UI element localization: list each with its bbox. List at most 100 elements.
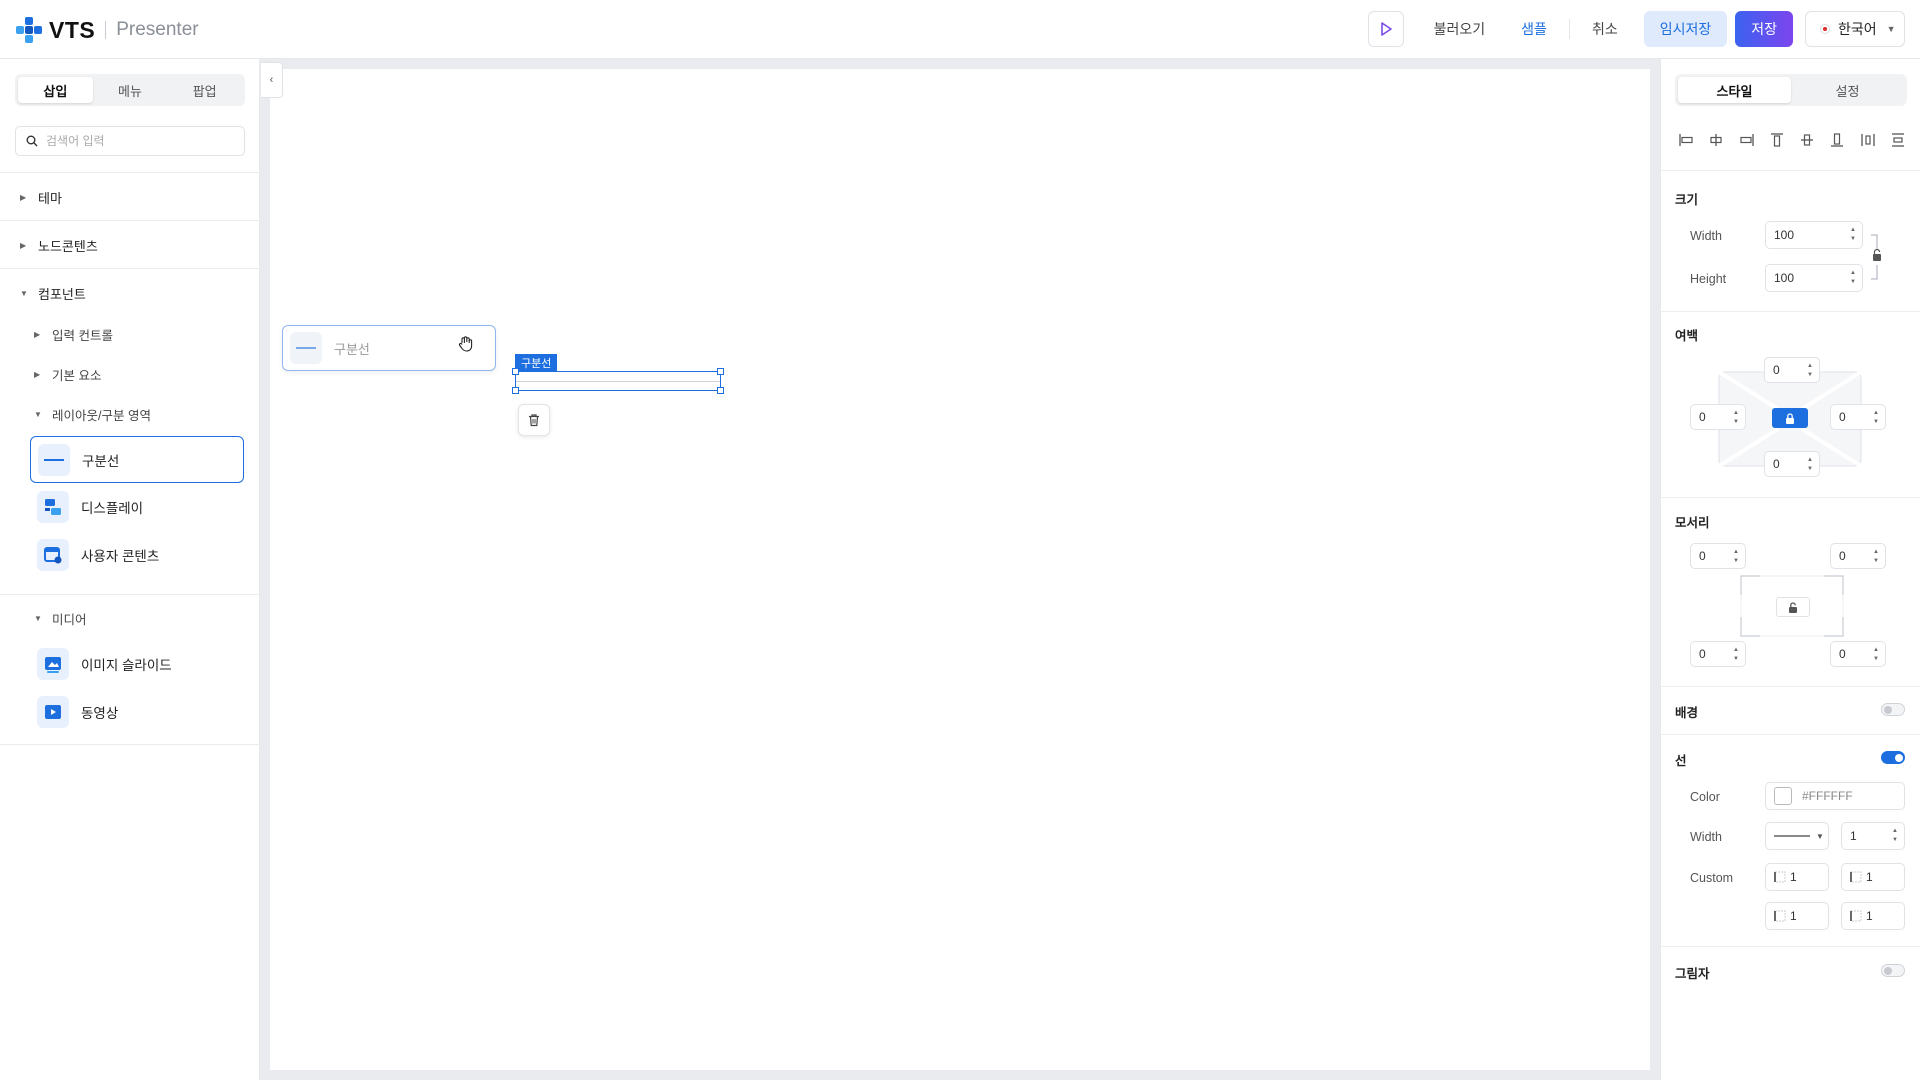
editor-canvas[interactable] xyxy=(270,69,1650,1070)
custom-top-border-input[interactable]: 1 xyxy=(1841,863,1905,891)
tab-menu[interactable]: 메뉴 xyxy=(93,77,168,103)
divider-icon xyxy=(38,443,70,476)
stepper-icon[interactable]: ▲ ▼ xyxy=(1873,646,1879,664)
corner-bottom-left-input[interactable]: 0 ▲ ▼ xyxy=(1690,641,1746,667)
custom-bottom-border-input[interactable]: 1 xyxy=(1841,902,1905,930)
tab-settings[interactable]: 설정 xyxy=(1791,77,1904,103)
stepper-icon[interactable]: ▲ ▼ xyxy=(1873,548,1879,566)
height-input[interactable]: 100 ▲ ▼ xyxy=(1765,264,1863,292)
background-toggle[interactable] xyxy=(1881,703,1905,716)
margin-left-input[interactable]: 0 ▲ ▼ xyxy=(1690,404,1746,430)
divider xyxy=(0,594,259,595)
margin-lock-button[interactable] xyxy=(1772,408,1808,428)
line-style-select[interactable]: ▼ xyxy=(1765,822,1829,850)
section-theme[interactable]: ▶ 테마 xyxy=(0,187,259,207)
color-swatch[interactable] xyxy=(1774,787,1792,805)
temp-save-button[interactable]: 임시저장 xyxy=(1643,11,1728,47)
custom-left-value: 1 xyxy=(1790,870,1797,884)
corner-top-right-value: 0 xyxy=(1839,549,1846,563)
language-select[interactable]: 한국어 ▼ xyxy=(1805,11,1905,47)
stepper-icon[interactable]: ▲ ▼ xyxy=(1807,456,1813,474)
resize-handle-bottom-left[interactable] xyxy=(512,387,519,394)
tab-popup[interactable]: 팝업 xyxy=(167,77,242,103)
line-toggle[interactable] xyxy=(1881,751,1905,764)
custom-left-border-input[interactable]: 1 xyxy=(1765,863,1829,891)
subsection-input-control[interactable]: ▶ 입력 컨트롤 xyxy=(0,325,259,343)
section-components[interactable]: ▼ 컴포넌트 xyxy=(0,283,259,303)
cancel-button[interactable]: 취소 xyxy=(1574,11,1636,47)
component-item-display[interactable]: 디스플레이 xyxy=(30,483,244,530)
custom-right-value: 1 xyxy=(1790,909,1797,923)
corner-top-right-input[interactable]: 0 ▲ ▼ xyxy=(1830,543,1886,569)
margin-right-input[interactable]: 0 ▲ ▼ xyxy=(1830,404,1886,430)
shadow-toggle[interactable] xyxy=(1881,964,1905,977)
stepper-icon[interactable]: ▲ ▼ xyxy=(1850,269,1856,287)
subsection-layout[interactable]: ▼ 레이아웃/구분 영역 xyxy=(0,405,259,423)
preview-button[interactable] xyxy=(1367,11,1404,47)
distribute-horizontal-icon[interactable] xyxy=(1859,131,1877,149)
resize-handle-top-right[interactable] xyxy=(717,368,724,375)
margin-top-input[interactable]: 0 ▲ ▼ xyxy=(1764,357,1820,383)
tab-insert[interactable]: 삽입 xyxy=(18,77,93,103)
align-center-vertical-icon[interactable] xyxy=(1798,131,1816,149)
chevron-down-icon: ▼ xyxy=(1886,24,1896,34)
sample-button[interactable]: 샘플 xyxy=(1503,11,1565,47)
corner-bottom-right-input[interactable]: 0 ▲ ▼ xyxy=(1830,641,1886,667)
custom-top-value: 1 xyxy=(1866,870,1873,884)
sidebar-collapse-button[interactable]: ‹ xyxy=(261,62,283,98)
distribute-vertical-icon[interactable] xyxy=(1889,131,1907,149)
stepper-icon[interactable]: ▲ ▼ xyxy=(1873,409,1879,427)
background-section-title: 배경 xyxy=(1675,706,1699,720)
divider xyxy=(1661,946,1920,947)
component-item-image-slide[interactable]: 이미지 슬라이드 xyxy=(30,640,244,687)
korea-flag-icon xyxy=(1820,24,1830,34)
load-button[interactable]: 불러오기 xyxy=(1416,11,1504,47)
chip-label: 구분선 xyxy=(334,341,370,357)
line-width-input[interactable]: 1 ▲ ▼ xyxy=(1841,822,1905,850)
margin-bottom-input[interactable]: 0 ▲ ▼ xyxy=(1764,451,1820,477)
line-color-input[interactable]: #FFFFFF xyxy=(1765,782,1905,810)
align-right-icon[interactable] xyxy=(1738,131,1756,149)
corner-bottom-right-value: 0 xyxy=(1839,647,1846,661)
stepper-icon[interactable]: ▲ ▼ xyxy=(1850,226,1856,244)
resize-handle-top-left[interactable] xyxy=(512,368,519,375)
stepper-icon[interactable]: ▲ ▼ xyxy=(1733,646,1739,664)
item-label: 동영상 xyxy=(81,705,119,721)
component-item-video[interactable]: 동영상 xyxy=(30,688,244,735)
stepper-icon[interactable]: ▲ ▼ xyxy=(1733,548,1739,566)
section-node-contents[interactable]: ▶ 노드콘텐츠 xyxy=(0,235,259,255)
align-bottom-icon[interactable] xyxy=(1828,131,1846,149)
divider xyxy=(1661,734,1920,735)
stepper-icon[interactable]: ▲ ▼ xyxy=(1807,362,1813,380)
line-color-label: Color xyxy=(1690,790,1720,804)
stepper-icon[interactable]: ▲ ▼ xyxy=(1892,827,1898,845)
grab-hand-cursor-icon xyxy=(457,335,475,358)
custom-right-border-input[interactable]: 1 xyxy=(1765,902,1829,930)
save-button[interactable]: 저장 xyxy=(1735,11,1793,47)
selected-divider-element[interactable] xyxy=(512,368,724,394)
app-name: Presenter xyxy=(116,19,199,40)
width-input[interactable]: 100 ▲ ▼ xyxy=(1765,221,1863,249)
corner-top-left-input[interactable]: 0 ▲ ▼ xyxy=(1690,543,1746,569)
divider xyxy=(1661,170,1920,171)
caret-down-icon: ▼ xyxy=(34,409,42,419)
component-item-divider[interactable]: 구분선 xyxy=(30,436,244,483)
stepper-icon[interactable]: ▲ ▼ xyxy=(1733,409,1739,427)
component-item-user-content[interactable]: 사용자 콘텐츠 xyxy=(30,531,244,578)
delete-element-button[interactable] xyxy=(518,404,550,436)
search-input[interactable] xyxy=(46,134,226,148)
subsection-label: 레이아웃/구분 영역 xyxy=(52,408,151,423)
subsection-media[interactable]: ▼ 미디어 xyxy=(0,609,259,627)
align-left-icon[interactable] xyxy=(1677,131,1695,149)
size-section-title: 크기 xyxy=(1675,193,1699,207)
trash-icon xyxy=(529,414,539,427)
tab-style[interactable]: 스타일 xyxy=(1678,77,1791,103)
aspect-ratio-lock-icon[interactable] xyxy=(1869,234,1891,280)
align-center-horizontal-icon[interactable] xyxy=(1707,131,1725,149)
align-top-icon[interactable] xyxy=(1768,131,1786,149)
corner-lock-button[interactable] xyxy=(1776,597,1810,617)
subsection-basic-elements[interactable]: ▶ 기본 요소 xyxy=(0,365,259,383)
resize-handle-bottom-right[interactable] xyxy=(717,387,724,394)
border-left-icon xyxy=(1774,871,1786,883)
top-bar: VTS Presenter 불러오기 샘플 취소 임시저장 저장 한국어 ▼ xyxy=(0,0,1920,59)
